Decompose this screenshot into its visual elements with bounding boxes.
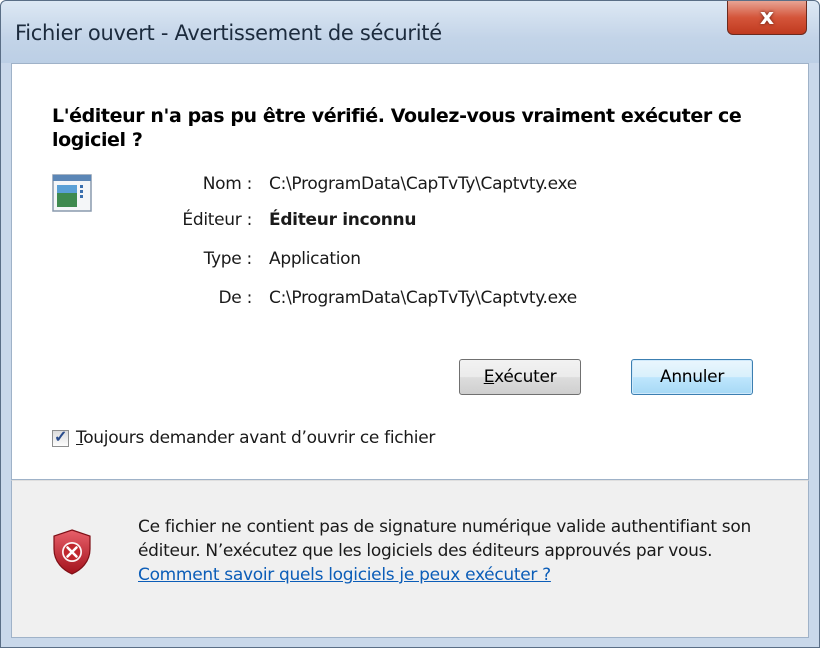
field-label-name: Nom :: [202, 174, 253, 194]
field-row-type: Type : Application: [12, 249, 792, 275]
warning-footer: Ce fichier ne contient pas de signature …: [11, 480, 809, 638]
window-title: Fichier ouvert - Avertissement de sécuri…: [15, 21, 442, 45]
field-label-from: De :: [218, 288, 253, 308]
warning-question: L'éditeur n'a pas pu être vérifié. Voule…: [52, 105, 742, 151]
field-label-type: Type :: [203, 249, 253, 269]
field-row-from: De : C:\ProgramData\CapTvTy\Captvty.exe: [12, 288, 792, 314]
dialog-body: L'éditeur n'a pas pu être vérifié. Voule…: [11, 63, 809, 480]
close-icon: x: [759, 5, 775, 30]
always-ask-label-text: oujours demander avant d’ouvrir ce fichi…: [83, 428, 436, 448]
cancel-button[interactable]: Annuler: [631, 359, 753, 395]
checkmark-icon: ✓: [54, 429, 68, 446]
run-button[interactable]: Exécuter: [459, 359, 581, 395]
field-value-name: C:\ProgramData\CapTvTy\Captvty.exe: [269, 174, 577, 194]
signature-notice: Ce fichier ne contient pas de signature …: [138, 515, 778, 587]
title-bar[interactable]: Fichier ouvert - Avertissement de sécuri…: [1, 1, 819, 63]
cancel-button-label: Annuler: [659, 367, 725, 387]
field-label-publisher: Éditeur :: [182, 210, 252, 230]
field-value-type: Application: [269, 249, 361, 269]
close-button[interactable]: x: [727, 1, 807, 35]
help-link[interactable]: Comment savoir quels logiciels je peux e…: [138, 565, 551, 585]
security-warning-dialog: Fichier ouvert - Avertissement de sécuri…: [0, 0, 820, 648]
run-button-accelerator: E: [483, 367, 495, 387]
run-button-label: xécuter: [494, 367, 557, 387]
always-ask-option[interactable]: ✓ Toujours demander avant d’ouvrir ce fi…: [52, 428, 752, 452]
always-ask-checkbox[interactable]: ✓: [52, 429, 69, 447]
signature-notice-text: Ce fichier ne contient pas de signature …: [138, 517, 751, 561]
field-row-name: Nom : C:\ProgramData\CapTvTy\Captvty.exe: [12, 174, 792, 200]
always-ask-label[interactable]: Toujours demander avant d’ouvrir ce fich…: [76, 428, 435, 448]
field-value-from: C:\ProgramData\CapTvTy\Captvty.exe: [269, 288, 577, 308]
field-value-publisher: Éditeur inconnu: [269, 210, 417, 230]
security-shield-error-icon: [53, 529, 91, 575]
field-row-publisher: Éditeur : Éditeur inconnu: [12, 210, 792, 236]
